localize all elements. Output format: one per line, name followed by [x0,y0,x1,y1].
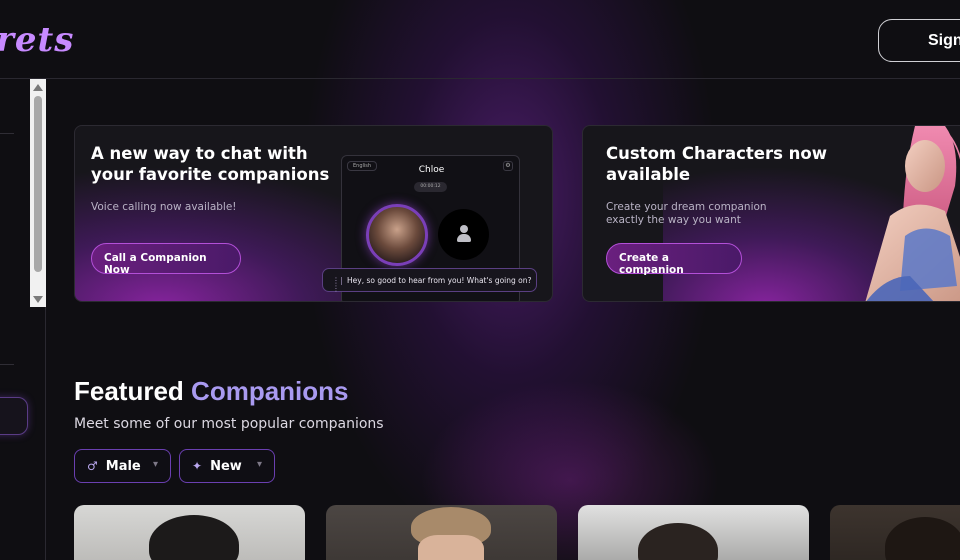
voice-call-banner: A new way to chat with your favorite com… [74,125,553,302]
audio-wave-icon: ⋮|⋮ [332,276,343,293]
call-timer: 00:00:12 [414,182,447,192]
message-text: Hey, so good to hear from you! What's go… [347,276,532,285]
message-bubble: ⋮|⋮ Hey, so good to hear from you! What'… [322,268,537,293]
scroll-up-arrow-icon[interactable] [33,84,43,91]
banner-title: Custom Characters now available [606,144,827,184]
scrollbar-thumb[interactable] [34,96,42,272]
heading-accent: Companions [191,376,349,406]
chevron-down-icon: ▾ [256,459,262,470]
heading-main: Featured [74,376,184,406]
user-icon [457,225,471,243]
chevron-down-icon: ▾ [152,459,158,470]
filter-label: Male [105,459,141,474]
top-header: rets Sign [0,0,960,79]
companion-card[interactable] [74,505,305,560]
model-image [865,126,960,301]
companion-photo [149,515,239,560]
filter-label: New [210,459,242,474]
featured-subtitle: Meet some of our most popular companions [74,416,384,432]
companion-card[interactable] [326,505,557,560]
user-avatar [438,209,489,260]
companion-face [418,535,484,560]
banner-subtitle: Create your dream companion exactly the … [606,201,767,226]
scroll-down-arrow-icon[interactable] [33,296,43,303]
sparkle-icon: ✦ [192,459,203,473]
companion-photo [885,517,960,560]
sort-filter-dropdown[interactable]: ✦ New ▾ [179,449,275,483]
companion-card[interactable] [578,505,809,560]
male-icon: ♂ [87,459,98,473]
logo[interactable]: rets [0,20,74,60]
sidebar-scrollbar[interactable] [30,79,46,307]
companion-name: Chloe [418,165,445,175]
companion-card[interactable] [830,505,960,560]
companion-avatar [366,204,428,266]
custom-characters-banner: Custom Characters now available Create y… [582,125,960,302]
sidebar-active-item[interactable] [0,397,28,435]
banner-title: A new way to chat with your favorite com… [91,144,330,184]
call-companion-button[interactable]: Call a Companion Now [91,243,241,276]
sidebar-divider [0,364,14,365]
banner-subtitle: Voice calling now available! [91,201,237,213]
featured-heading: Featured Companions [74,376,349,407]
companion-photo [638,523,718,560]
gender-filter-dropdown[interactable]: ♂ Male ▾ [74,449,171,483]
create-companion-button[interactable]: Create a companion [606,243,742,276]
sidebar-divider [0,133,14,134]
sign-in-button[interactable]: Sign [878,19,960,62]
